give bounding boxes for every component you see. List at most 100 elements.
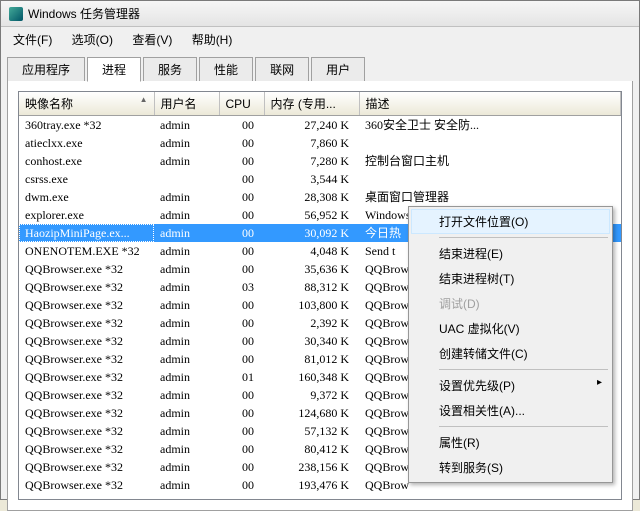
menu-uac-virtualization[interactable]: UAC 虚拟化(V) [411, 316, 610, 341]
cell-user: admin [154, 422, 219, 440]
cell-user [154, 170, 219, 188]
cell-user: admin [154, 116, 219, 135]
cell-mem: 124,680 K [264, 404, 359, 422]
cell-user: admin [154, 242, 219, 260]
cell-image: QQBrowser.exe *32 [19, 278, 154, 296]
table-row[interactable]: conhost.exeadmin007,280 K控制台窗口主机 [19, 152, 621, 170]
cell-mem: 56,952 K [264, 206, 359, 224]
cell-image: atieclxx.exe [19, 134, 154, 152]
cell-mem: 81,012 K [264, 350, 359, 368]
cell-user: admin [154, 314, 219, 332]
cell-mem: 4,048 K [264, 242, 359, 260]
cell-mem: 9,372 K [264, 386, 359, 404]
cell-mem: 103,800 K [264, 296, 359, 314]
cell-cpu: 00 [219, 134, 264, 152]
col-description[interactable]: 描述 [359, 92, 621, 116]
menu-file[interactable]: 文件(F) [5, 29, 60, 50]
cell-desc: 控制台窗口主机 [359, 152, 621, 170]
cell-mem: 2,392 K [264, 314, 359, 332]
cell-mem: 7,280 K [264, 152, 359, 170]
cell-user: admin [154, 332, 219, 350]
cell-image: ONENOTEM.EXE *32 [19, 242, 154, 260]
cell-cpu: 00 [219, 242, 264, 260]
cell-image: QQBrowser.exe *32 [19, 476, 154, 494]
cell-user: admin [154, 188, 219, 206]
menu-goto-service[interactable]: 转到服务(S) [411, 455, 610, 480]
cell-image: QQBrowser.exe *32 [19, 422, 154, 440]
cell-cpu: 00 [219, 206, 264, 224]
cell-mem: 30,092 K [264, 224, 359, 242]
cell-image: QQBrowser.exe *32 [19, 368, 154, 386]
cell-cpu: 01 [219, 368, 264, 386]
cell-image: dwm.exe [19, 188, 154, 206]
cell-mem: 80,412 K [264, 440, 359, 458]
menu-debug: 调试(D) [411, 291, 610, 316]
cell-cpu: 00 [219, 116, 264, 135]
menu-view[interactable]: 查看(V) [124, 29, 180, 50]
cell-image: QQBrowser.exe *32 [19, 260, 154, 278]
cell-image: HaozipMiniPage.ex... [19, 224, 154, 242]
tabstrip: 应用程序 进程 服务 性能 联网 用户 [7, 57, 633, 82]
tab-applications[interactable]: 应用程序 [7, 57, 85, 81]
menu-open-file-location[interactable]: 打开文件位置(O) [411, 209, 610, 234]
cell-mem: 27,240 K [264, 116, 359, 135]
menu-help[interactable]: 帮助(H) [184, 29, 241, 50]
cell-image: QQBrowser.exe *32 [19, 296, 154, 314]
cell-image: QQBrowser.exe *32 [19, 332, 154, 350]
cell-user: admin [154, 386, 219, 404]
cell-cpu: 00 [219, 224, 264, 242]
menu-options[interactable]: 选项(O) [64, 29, 121, 50]
tab-performance[interactable]: 性能 [199, 57, 253, 81]
menu-end-process-tree[interactable]: 结束进程树(T) [411, 266, 610, 291]
cell-image: QQBrowser.exe *32 [19, 458, 154, 476]
cell-mem: 35,636 K [264, 260, 359, 278]
tab-services[interactable]: 服务 [143, 57, 197, 81]
cell-user: admin [154, 404, 219, 422]
col-image-name[interactable]: 映像名称 [19, 92, 154, 116]
col-memory[interactable]: 内存 (专用... [264, 92, 359, 116]
menu-end-process[interactable]: 结束进程(E) [411, 241, 610, 266]
cell-cpu: 00 [219, 332, 264, 350]
menu-set-affinity[interactable]: 设置相关性(A)... [411, 398, 610, 423]
cell-desc: QQBrow [359, 494, 621, 500]
cell-cpu: 00 [219, 152, 264, 170]
cell-mem: 88,312 K [264, 278, 359, 296]
cell-image: QQBrowser.exe *32 [19, 314, 154, 332]
cell-mem: 30,340 K [264, 332, 359, 350]
tab-processes[interactable]: 进程 [87, 57, 141, 82]
cell-user: admin [154, 260, 219, 278]
menu-create-dump[interactable]: 创建转储文件(C) [411, 341, 610, 366]
cell-user: admin [154, 296, 219, 314]
table-row[interactable]: atieclxx.exeadmin007,860 K [19, 134, 621, 152]
table-row[interactable]: QQBrowser.exe *32admin00118,764 KQQBrow [19, 494, 621, 500]
cell-user: admin [154, 494, 219, 500]
table-header-row: 映像名称 用户名 CPU 内存 (专用... 描述 [19, 92, 621, 116]
cell-mem: 160,348 K [264, 368, 359, 386]
cell-cpu: 00 [219, 350, 264, 368]
tab-users[interactable]: 用户 [311, 57, 365, 81]
cell-mem: 28,308 K [264, 188, 359, 206]
table-row[interactable]: 360tray.exe *32admin0027,240 K360安全卫士 安全… [19, 116, 621, 135]
cell-image: QQBrowser.exe *32 [19, 440, 154, 458]
col-cpu[interactable]: CPU [219, 92, 264, 116]
table-row[interactable]: dwm.exeadmin0028,308 K桌面窗口管理器 [19, 188, 621, 206]
cell-cpu: 03 [219, 278, 264, 296]
menu-set-priority[interactable]: 设置优先级(P) [411, 373, 610, 398]
tab-networking[interactable]: 联网 [255, 57, 309, 81]
table-row[interactable]: csrss.exe003,544 K [19, 170, 621, 188]
cell-desc: 桌面窗口管理器 [359, 188, 621, 206]
cell-cpu: 00 [219, 422, 264, 440]
menu-separator [439, 369, 608, 370]
titlebar[interactable]: Windows 任务管理器 [1, 1, 639, 27]
cell-image: 360tray.exe *32 [19, 116, 154, 135]
col-user[interactable]: 用户名 [154, 92, 219, 116]
cell-desc [359, 170, 621, 188]
app-icon [9, 7, 23, 21]
cell-cpu: 00 [219, 260, 264, 278]
cell-cpu: 00 [219, 188, 264, 206]
cell-cpu: 00 [219, 494, 264, 500]
menubar: 文件(F) 选项(O) 查看(V) 帮助(H) [1, 27, 639, 52]
cell-cpu: 00 [219, 296, 264, 314]
menu-properties[interactable]: 属性(R) [411, 430, 610, 455]
cell-desc [359, 134, 621, 152]
